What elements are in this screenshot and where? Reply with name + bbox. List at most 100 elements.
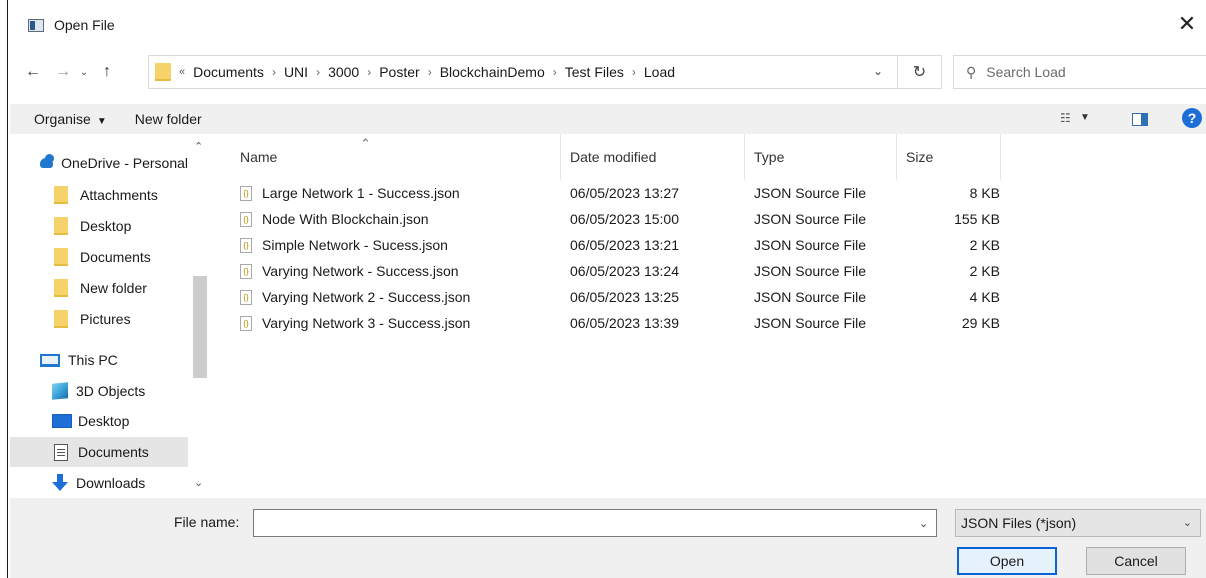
column-divider[interactable] (1000, 134, 1001, 180)
breadcrumb-overflow-icon[interactable]: « (179, 66, 185, 78)
breadcrumb-load[interactable]: Load (644, 64, 675, 80)
json-file-icon: {} (240, 263, 252, 279)
column-header-name[interactable]: Name ⌃ (232, 134, 562, 180)
scrollbar-thumb[interactable] (193, 276, 207, 378)
sidebar-item-3d-objects[interactable]: 3D Objects (10, 376, 188, 406)
file-row[interactable]: {} Varying Network 3 - Success.json 06/05… (232, 310, 1000, 336)
file-size: 155 KB (954, 211, 1000, 227)
sidebar-item-desktop[interactable]: Desktop (10, 211, 188, 241)
column-header-date[interactable]: Date modified (560, 134, 744, 180)
preview-pane-icon[interactable] (1132, 113, 1148, 126)
chevron-right-icon[interactable]: › (316, 65, 320, 79)
file-size: 2 KB (969, 237, 1000, 253)
new-folder-button[interactable]: New folder (135, 111, 202, 127)
chevron-right-icon[interactable]: › (428, 65, 432, 79)
chevron-right-icon[interactable]: › (272, 65, 276, 79)
sidebar-item-label: Attachments (80, 187, 158, 203)
file-name: Large Network 1 - Success.json (262, 185, 460, 201)
forward-arrow-icon[interactable]: → (52, 61, 74, 83)
file-type-filter-value: JSON Files (*json) (961, 515, 1077, 531)
open-button[interactable]: Open (957, 547, 1057, 575)
breadcrumb-test-files[interactable]: Test Files (565, 64, 624, 80)
file-name-dropdown-icon[interactable]: ⌄ (919, 517, 928, 530)
file-row[interactable]: {} Node With Blockchain.json 06/05/2023 1… (232, 206, 1000, 232)
file-date: 06/05/2023 13:24 (570, 263, 679, 279)
json-file-icon: {} (240, 211, 252, 227)
organise-menu-button[interactable]: Organise ▼ (34, 111, 107, 127)
file-row[interactable]: {} Large Network 1 - Success.json 06/05/2… (232, 180, 1000, 206)
breadcrumb-uni[interactable]: UNI (284, 64, 308, 80)
file-row[interactable]: {} Varying Network - Success.json 06/05/2… (232, 258, 1000, 284)
file-size: 8 KB (969, 185, 1000, 201)
sidebar-item-new-folder[interactable]: New folder (10, 273, 188, 303)
sidebar-item-label: New folder (80, 280, 147, 296)
column-header-type[interactable]: Type (744, 134, 896, 180)
breadcrumb-blockchaindemo[interactable]: BlockchainDemo (440, 64, 545, 80)
recent-locations-chevron-icon[interactable]: ⌄ (76, 61, 92, 83)
sidebar-item-documents[interactable]: Documents (10, 242, 188, 272)
navigation-bar: ← → ⌄ ↑ « Documents › UNI › 3000 › Poste… (10, 52, 1206, 92)
scroll-up-icon[interactable]: ⌃ (194, 140, 203, 153)
title-bar: Open File ✕ (10, 0, 1206, 50)
sidebar-item-label: OneDrive - Personal (61, 155, 188, 171)
file-row[interactable]: {} Simple Network - Sucess.json 06/05/202… (232, 232, 1000, 258)
file-type: JSON Source File (754, 263, 867, 279)
back-arrow-icon[interactable]: ← (22, 61, 44, 83)
address-bar[interactable]: « Documents › UNI › 3000 › Poster › Bloc… (148, 55, 898, 89)
file-name-label: File name: (174, 514, 240, 530)
column-header-label: Name (240, 149, 278, 165)
desktop-icon (52, 414, 72, 428)
sidebar-item-attachments[interactable]: Attachments (10, 180, 188, 210)
breadcrumb: « Documents › UNI › 3000 › Poster › Bloc… (179, 64, 675, 80)
file-size: 2 KB (969, 263, 1000, 279)
chevron-right-icon[interactable]: › (367, 65, 371, 79)
close-icon[interactable]: ✕ (1176, 13, 1198, 35)
file-date: 06/05/2023 15:00 (570, 211, 679, 227)
file-name-cell: {} Simple Network - Sucess.json (240, 237, 448, 253)
file-row[interactable]: {} Varying Network 2 - Success.json 06/05… (232, 284, 1000, 310)
file-type-filter-select[interactable]: JSON Files (*json) ⌄ (955, 509, 1201, 537)
sidebar-item-downloads[interactable]: Downloads (10, 468, 188, 498)
sidebar-item-documents-pc[interactable]: Documents (10, 437, 188, 467)
view-caret-icon[interactable]: ▼ (1080, 112, 1090, 123)
breadcrumb-3000[interactable]: 3000 (328, 64, 359, 80)
chevron-down-icon: ⌄ (1182, 517, 1192, 529)
file-type: JSON Source File (754, 289, 867, 305)
command-toolbar: Organise ▼ New folder ☷ ▼ ? (10, 104, 1206, 134)
window-title: Open File (54, 17, 115, 33)
sidebar-item-label: Documents (78, 444, 149, 460)
sidebar-item-onedrive[interactable]: OneDrive - Personal (10, 148, 188, 178)
document-icon (54, 443, 68, 461)
file-name-input[interactable] (253, 509, 937, 537)
sidebar-item-pictures[interactable]: Pictures (10, 304, 188, 334)
sidebar-item-label: Downloads (76, 475, 146, 491)
dialog-footer: File name: ⌄ JSON Files (*json) ⌄ Open C… (10, 498, 1206, 578)
sort-ascending-icon: ⌃ (360, 136, 371, 151)
file-type: JSON Source File (754, 315, 867, 331)
file-name: Simple Network - Sucess.json (262, 237, 448, 253)
sidebar-scrollbar[interactable]: ⌃ ⌄ (190, 134, 210, 498)
file-date: 06/05/2023 13:25 (570, 289, 679, 305)
file-name-cell: {} Varying Network 2 - Success.json (240, 289, 470, 305)
up-arrow-icon[interactable]: ↑ (96, 61, 118, 83)
chevron-right-icon[interactable]: › (553, 65, 557, 79)
search-box[interactable]: ⚲ Search Load (953, 55, 1206, 89)
view-options-icon[interactable]: ☷ (1060, 111, 1078, 125)
chevron-right-icon[interactable]: › (632, 65, 636, 79)
help-icon[interactable]: ? (1182, 108, 1202, 128)
scroll-down-icon[interactable]: ⌄ (194, 476, 203, 489)
address-dropdown-icon[interactable]: ⌄ (873, 64, 883, 78)
folder-icon (54, 248, 68, 266)
breadcrumb-documents[interactable]: Documents (193, 64, 264, 80)
file-name-cell: {} Large Network 1 - Success.json (240, 185, 460, 201)
sidebar-item-this-pc[interactable]: This PC (10, 345, 188, 375)
file-name-cell: {} Node With Blockchain.json (240, 211, 429, 227)
column-header-size[interactable]: Size (896, 134, 1000, 180)
folder-icon (54, 186, 68, 204)
refresh-icon[interactable]: ↻ (898, 55, 942, 89)
cancel-button[interactable]: Cancel (1086, 547, 1186, 575)
breadcrumb-poster[interactable]: Poster (379, 64, 419, 80)
sidebar-item-desktop-pc[interactable]: Desktop (10, 406, 188, 436)
folder-icon (54, 279, 68, 297)
caret-down-icon: ▼ (96, 116, 107, 127)
